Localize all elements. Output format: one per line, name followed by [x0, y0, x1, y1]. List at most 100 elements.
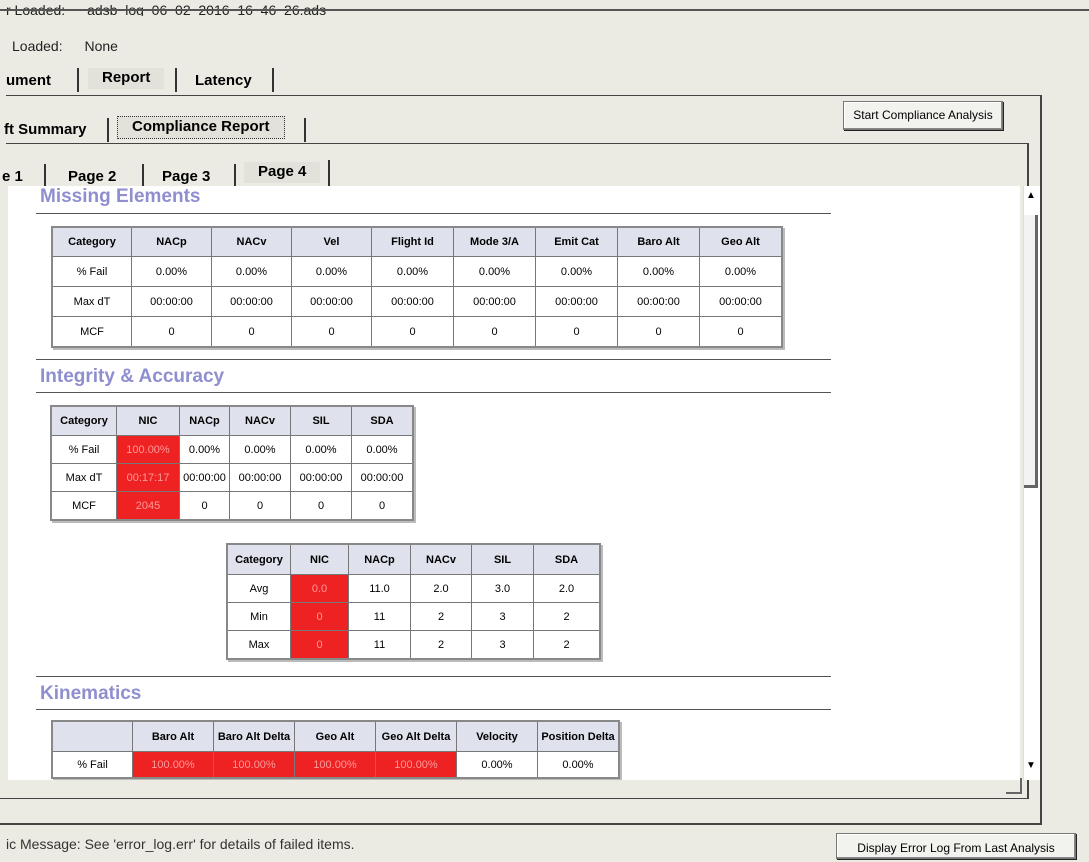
table-cell: 0.00%	[211, 256, 292, 287]
table-cell: % Fail	[51, 256, 132, 287]
scroll-up-arrow-icon[interactable]: ▲	[1024, 190, 1038, 201]
table-cell: 00:00:00	[617, 286, 700, 317]
table-cell: 0	[290, 602, 349, 631]
tab-separator	[77, 68, 79, 92]
table-header-row: Category NACp NACv Vel Flight Id Mode 3/A Emit…	[51, 226, 783, 257]
table-row: Avg 0.0 11.0 2.0 3.0 2.0	[226, 574, 601, 603]
column-header: NACp	[179, 405, 230, 436]
table-cell: 0	[179, 491, 230, 521]
table-cell: 0.00%	[179, 435, 230, 464]
second-loaded-line: Loaded: None	[12, 38, 118, 54]
table-cell: 0	[290, 491, 352, 521]
resize-grip-icon[interactable]	[1006, 778, 1022, 794]
tab-report[interactable]: Report	[88, 68, 165, 89]
table-cell: 00:00:00	[211, 286, 292, 317]
column-header: Category	[50, 405, 117, 436]
top-frame-line	[0, 9, 1089, 11]
table-row: Max dT 00:00:00 00:00:00 00:00:00 00:00:00 00…	[51, 286, 783, 317]
table-cell: 0.00%	[535, 256, 618, 287]
panel-top-border	[6, 95, 1041, 96]
table-cell: 0	[371, 316, 454, 348]
tab-separator	[175, 68, 177, 92]
table-cell: 0.00%	[229, 435, 291, 464]
table-cell: 2045	[116, 491, 180, 521]
table-cell: 0	[699, 316, 783, 348]
section-divider	[36, 392, 831, 393]
table-header-row: Baro Alt Baro Alt Delta Geo Alt Geo Alt Del…	[51, 720, 620, 752]
report-content-area[interactable]: Missing Elements Category NACp NACv Vel Flig…	[8, 186, 1020, 780]
table-cell: 00:00:00	[291, 286, 372, 317]
table-cell: 0.00%	[291, 256, 372, 287]
table-cell: 00:00:00	[229, 463, 291, 492]
scroll-down-arrow-icon[interactable]: ▼	[1024, 760, 1038, 771]
tab-separator	[44, 164, 46, 188]
column-header	[51, 720, 133, 752]
tab-compliance-report[interactable]: Compliance Report	[117, 116, 285, 139]
table-cell: 0.00%	[371, 256, 454, 287]
table-cell: 0	[131, 316, 212, 348]
column-header: NIC	[116, 405, 180, 436]
table-row: % Fail 0.00% 0.00% 0.00% 0.00% 0.00% 0.00% 0.00…	[51, 256, 783, 287]
column-header: SDA	[533, 543, 601, 575]
table-cell: 0	[617, 316, 700, 348]
table-cell: 00:00:00	[290, 463, 352, 492]
table-cell: 2	[410, 602, 472, 631]
table-cell: 2.0	[410, 574, 472, 603]
column-header: NACv	[229, 405, 291, 436]
integrity-stats-table: Category NIC NACp NACv SIL SDA Avg 0.0 11.0 2.0 3.…	[226, 543, 601, 660]
section-divider	[36, 676, 831, 677]
display-error-log-button[interactable]: Display Error Log From Last Analysis	[836, 833, 1076, 859]
table-cell: Max dT	[50, 463, 117, 492]
tab-page-4[interactable]: Page 4	[244, 162, 321, 183]
status-message: ic Message: See 'error_log.err' for deta…	[6, 836, 355, 852]
table-row: MCF 0 0 0 0 0 0 0 0	[51, 316, 783, 348]
start-compliance-analysis-button[interactable]: Start Compliance Analysis	[843, 101, 1003, 130]
panel-bottom-border	[0, 823, 1042, 825]
tab-page-2[interactable]: Page 2	[68, 168, 116, 185]
table-cell: 00:00:00	[535, 286, 618, 317]
table-row: Min 0 11 2 3 2	[226, 602, 601, 631]
column-header: Baro Alt Delta	[213, 720, 295, 752]
table-cell: MCF	[50, 491, 117, 521]
table-cell: 00:17:17	[116, 463, 180, 492]
column-header: Position Delta	[537, 720, 620, 752]
table-cell: 00:00:00	[179, 463, 230, 492]
column-header: SDA	[351, 405, 414, 436]
tab-separator	[234, 164, 236, 188]
tab-latency[interactable]: Latency	[195, 72, 252, 89]
table-cell: % Fail	[51, 751, 133, 779]
section-title-integrity-accuracy: Integrity & Accuracy	[40, 366, 225, 387]
column-header: Baro Alt	[617, 226, 700, 257]
scrollbar-thumb[interactable]	[1024, 215, 1038, 488]
tab-separator	[107, 118, 109, 142]
table-cell: 0.00%	[453, 256, 536, 287]
inner-panel-bottom	[0, 798, 1029, 799]
column-header: SIL	[290, 405, 352, 436]
panel-right-border	[1040, 95, 1042, 825]
table-cell: 2.0	[533, 574, 601, 603]
table-cell: 00:00:00	[131, 286, 212, 317]
table-cell: 3	[471, 630, 534, 660]
table-row: MCF 2045 0 0 0 0	[50, 491, 414, 521]
table-cell: Avg	[226, 574, 291, 603]
column-header: Mode 3/A	[453, 226, 536, 257]
column-header: Vel	[291, 226, 372, 257]
table-cell: Max dT	[51, 286, 132, 317]
column-header: Geo Alt	[294, 720, 376, 752]
tab-page-3[interactable]: Page 3	[162, 168, 210, 185]
tab-instrument[interactable]: ument	[6, 72, 51, 89]
table-cell: Max	[226, 630, 291, 660]
table-cell: 3	[471, 602, 534, 631]
section-divider	[36, 213, 831, 214]
table-cell: 0.00%	[131, 256, 212, 287]
column-header: NIC	[290, 543, 349, 575]
table-cell: 11	[348, 630, 411, 660]
tab-aircraft-summary[interactable]: ft Summary	[4, 121, 87, 138]
tab-page-1[interactable]: e 1	[2, 168, 23, 185]
table-cell: 100.00%	[375, 751, 457, 779]
table-cell: 0	[453, 316, 536, 348]
section-divider	[36, 709, 831, 710]
column-header: Category	[51, 226, 132, 257]
table-cell: 0	[291, 316, 372, 348]
tab-separator	[304, 118, 306, 142]
